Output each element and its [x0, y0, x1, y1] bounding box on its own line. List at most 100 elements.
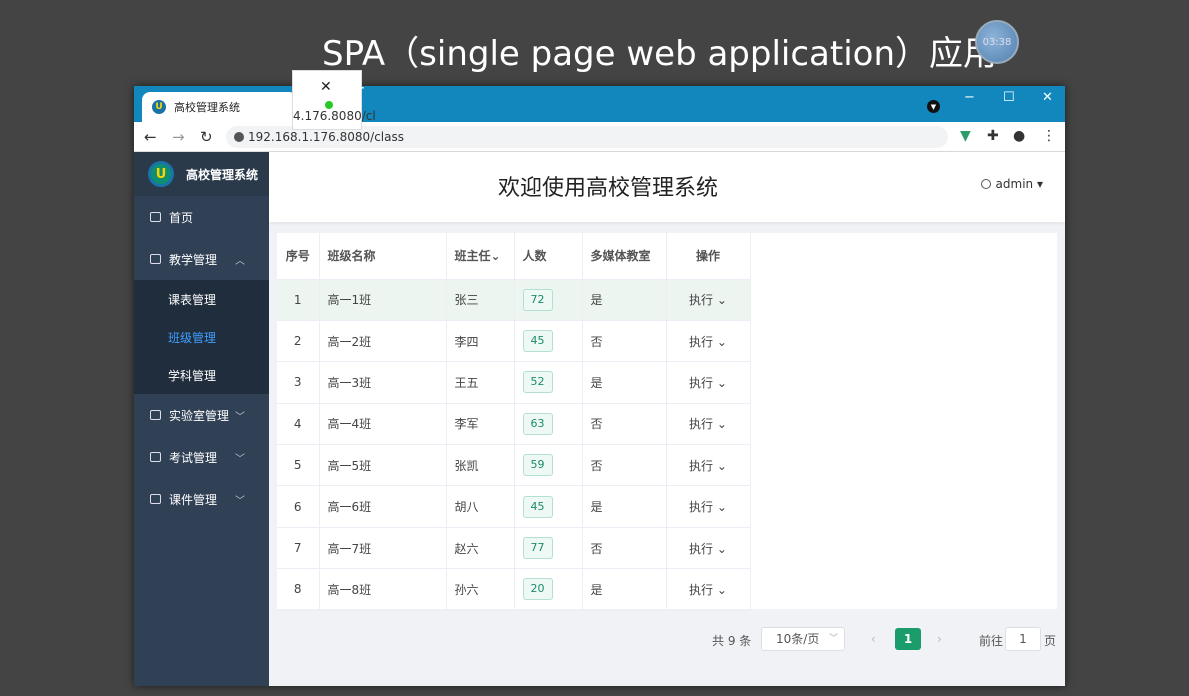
app-root: U 高校管理系统 首页 教学管理 ︿ 课表管理 班级管理 学科管理 实验室管理 …	[134, 152, 1065, 686]
cell-index: 4	[277, 403, 320, 446]
cell-count: 59	[514, 444, 583, 487]
user-icon	[980, 179, 991, 189]
cell-action[interactable]: 执行 ⌄	[666, 279, 751, 321]
cell-action[interactable]: 执行 ⌄	[666, 361, 751, 404]
sidebar-subitem-schedule[interactable]: 课表管理	[134, 280, 269, 318]
sidebar-item-home[interactable]: 首页	[134, 196, 269, 238]
cell-index: 2	[277, 320, 320, 363]
page-header: 欢迎使用高校管理系统 admin ▾	[269, 152, 1065, 222]
cell-count: 45	[514, 485, 583, 528]
chevron-down-icon: ⌄	[713, 582, 727, 597]
table-row: 6 高一6班 胡八 45 是执行 ⌄	[277, 485, 751, 528]
minimize-button[interactable]: −	[964, 90, 975, 105]
count-badge: 63	[522, 412, 553, 435]
cell-media: 是	[582, 279, 667, 321]
table-row: 8 高一8班 孙六 20 是执行 ⌄	[277, 568, 751, 611]
page-suffix: 页	[1044, 634, 1057, 648]
sidebar-logo[interactable]: U 高校管理系统	[134, 152, 269, 196]
sidebar-item-label: 实验室管理	[169, 408, 230, 423]
table-row: 1 高一1班 张三 72 是执行 ⌄	[277, 279, 751, 321]
next-page-button[interactable]: ›	[937, 632, 942, 646]
sidebar-item-exam[interactable]: 考试管理 ﹀	[134, 436, 269, 478]
close-icon[interactable]: ✕	[320, 79, 332, 95]
cell-action[interactable]: 执行 ⌄	[666, 320, 751, 363]
cell-media: 否	[582, 403, 667, 446]
chevron-down-icon: ﹀	[235, 411, 245, 423]
cell-count: 20	[514, 568, 583, 611]
cell-teacher: 张三	[446, 279, 515, 321]
forward-icon[interactable]: →	[172, 128, 185, 146]
recording-icon[interactable]: ▼	[927, 100, 940, 113]
tab-title: 高校管理系统	[174, 101, 240, 114]
action-dropdown[interactable]: 执行	[689, 335, 713, 349]
back-icon[interactable]: ←	[144, 128, 157, 146]
new-tab-button[interactable]: +	[352, 78, 365, 97]
logo-text: 高校管理系统	[186, 167, 259, 182]
profile-icon[interactable]: ●	[1013, 128, 1025, 144]
action-dropdown[interactable]: 执行	[689, 376, 713, 390]
col-header: 人数	[514, 233, 583, 280]
user-menu[interactable]: admin ▾	[980, 177, 1043, 191]
sidebar-subitem-subject[interactable]: 学科管理	[134, 356, 269, 394]
table-row: 7 高一7班 赵六 77 否执行 ⌄	[277, 527, 751, 570]
cell-count: 63	[514, 403, 583, 446]
cell-count: 72	[514, 279, 583, 321]
count-badge: 45	[522, 330, 553, 353]
url-text: 192.168.1.176.8080/class	[248, 130, 404, 144]
document-icon	[150, 494, 161, 504]
action-dropdown[interactable]: 执行	[689, 417, 713, 431]
sidebar-item-label: 教学管理	[169, 252, 218, 267]
sidebar-item-teaching[interactable]: 教学管理 ︿	[134, 238, 269, 280]
col-header: 序号	[277, 233, 320, 280]
col-header: 多媒体教室	[582, 233, 667, 280]
sidebar-item-lab[interactable]: 实验室管理 ﹀	[134, 394, 269, 436]
cell-teacher: 王五	[446, 361, 515, 404]
action-dropdown[interactable]: 执行	[689, 542, 713, 556]
cell-index: 3	[277, 361, 320, 404]
count-badge: 20	[522, 578, 553, 601]
monitor-icon	[150, 254, 161, 264]
lab-icon	[150, 410, 161, 420]
count-badge: 45	[522, 495, 553, 518]
action-dropdown[interactable]: 执行	[689, 500, 713, 514]
cell-class-name: 高一4班	[319, 403, 447, 446]
cell-class-name: 高一1班	[319, 279, 447, 321]
cell-action[interactable]: 执行 ⌄	[666, 568, 751, 611]
sidebar-item-courseware[interactable]: 课件管理 ﹀	[134, 478, 269, 520]
prev-page-button[interactable]: ‹	[871, 632, 876, 646]
col-header: 班级名称	[319, 233, 447, 280]
extensions-icon[interactable]: ✚	[987, 128, 999, 144]
cell-class-name: 高一2班	[319, 320, 447, 363]
chevron-down-icon: ﹀	[235, 453, 245, 465]
chevron-down-icon: ⌄	[713, 334, 727, 349]
count-badge: 77	[522, 537, 553, 560]
cell-action[interactable]: 执行 ⌄	[666, 527, 751, 570]
page-size-select[interactable]: 10条/页 ﹀	[761, 627, 845, 651]
sidebar-subitem-class[interactable]: 班级管理	[134, 318, 269, 356]
table-header-row: 序号 班级名称 班主任⌄ 人数 多媒体教室 操作	[277, 233, 751, 280]
browser-tab[interactable]: U 高校管理系统	[142, 92, 297, 122]
chevron-down-icon: ﹀	[235, 495, 245, 507]
vue-devtools-icon[interactable]: ▼	[960, 128, 971, 144]
action-dropdown[interactable]: 执行	[689, 459, 713, 473]
col-header-sortable[interactable]: 班主任⌄	[446, 233, 515, 280]
cell-action[interactable]: 执行 ⌄	[666, 403, 751, 446]
site-info-icon[interactable]	[234, 132, 244, 142]
goto-label: 前往	[979, 634, 1004, 648]
cell-action[interactable]: 执行 ⌄	[666, 485, 751, 528]
chevron-down-icon: ⌄	[713, 293, 727, 308]
cell-teacher: 赵六	[446, 527, 515, 570]
cell-media: 是	[582, 485, 667, 528]
maximize-button[interactable]: ☐	[1003, 90, 1015, 105]
action-dropdown[interactable]: 执行	[689, 293, 713, 307]
close-window-button[interactable]: ✕	[1042, 90, 1053, 105]
action-dropdown[interactable]: 执行	[689, 583, 713, 597]
more-menu-icon[interactable]: ⋮	[1042, 128, 1056, 144]
table-row: 5 高一5班 张凯 59 否执行 ⌄	[277, 444, 751, 487]
cell-action[interactable]: 执行 ⌄	[666, 444, 751, 487]
page-title: 欢迎使用高校管理系统	[498, 176, 719, 201]
count-badge: 52	[522, 371, 553, 394]
goto-page-input[interactable]: 1	[1005, 627, 1041, 651]
page-number[interactable]: 1	[895, 628, 921, 650]
reload-icon[interactable]: ↻	[200, 128, 213, 146]
